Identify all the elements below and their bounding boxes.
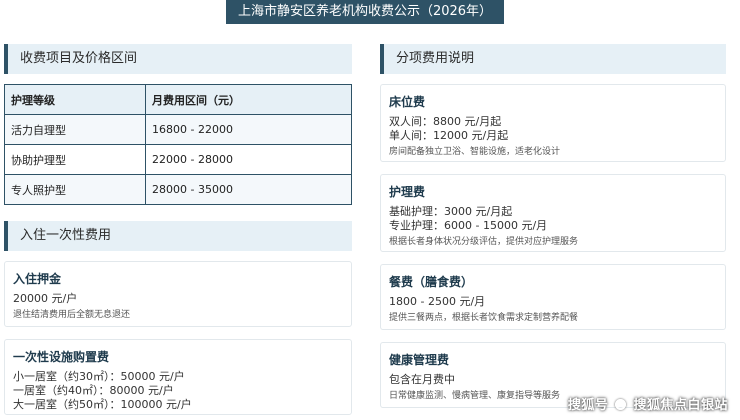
table-cell-range: 28000 - 35000: [145, 174, 352, 205]
table-cell-range: 16800 - 22000: [145, 114, 352, 145]
card-line: 单人间：12000 元/月起: [389, 129, 509, 142]
card-line: 一居室（约40㎡）：80000 元/户: [13, 384, 174, 397]
card-note: 提供三餐两点，根据长者饮食需求定制营养配餐: [389, 313, 579, 323]
card-title: 健康管理费: [389, 353, 450, 367]
card-line: 20000 元/户: [13, 292, 78, 305]
card-facility-fee: 一次性设施购置费 小一居室（约30㎡）：50000 元/户 一居室（约40㎡）：…: [4, 339, 352, 415]
card-title: 床位费: [389, 95, 426, 109]
card-note: 根据长者身体状况分级评估，提供对应护理服务: [389, 237, 579, 247]
fee-table: 护理等级 月费用区间（元） 活力自理型 16800 - 22000 协助护理型 …: [4, 84, 352, 205]
section-header-onetime: 入住一次性费用: [4, 221, 352, 251]
left-column: 收费项目及价格区间 护理等级 月费用区间（元） 活力自理型 16800 - 22…: [4, 44, 352, 415]
at-icon: [615, 399, 627, 410]
card-title: 一次性设施购置费: [13, 350, 110, 364]
card-meal-fee: 餐费（膳食费） 1800 - 2500 元/月 提供三餐两点，根据长者饮食需求定…: [380, 264, 726, 330]
table-cell-range: 22000 - 28000: [145, 144, 352, 175]
card-title: 护理费: [389, 185, 426, 199]
card-note: 退住结清费用后全额无息退还: [13, 310, 131, 320]
watermark: 搜狐号 搜狐焦点白银站: [568, 394, 728, 413]
card-deposit: 入住押金 20000 元/户 退住结清费用后全额无息退还: [4, 261, 352, 327]
table-row: 活力自理型 16800 - 22000: [4, 114, 352, 145]
table-header-monthly-range: 月费用区间（元）: [145, 84, 352, 115]
card-care-fee: 护理费 基础护理：3000 元/月起 专业护理：6000 - 15000 元/月…: [380, 174, 726, 252]
watermark-prefix: 搜狐号: [567, 398, 609, 413]
section-header-items: 分项费用说明: [380, 44, 726, 74]
card-line: 大一居室（约50㎡）：100000 元/户: [13, 398, 192, 411]
page-title: 上海市静安区养老机构收费公示（2026年）: [226, 0, 504, 24]
card-line: 包含在月费中: [389, 373, 455, 386]
table-row: 协助护理型 22000 - 28000: [4, 144, 352, 175]
table-cell-level: 协助护理型: [4, 144, 146, 175]
card-title: 入住押金: [13, 272, 62, 286]
card-line: 小一居室（约30㎡）：50000 元/户: [13, 370, 185, 383]
watermark-suffix: 搜狐焦点白银站: [633, 398, 728, 413]
table-header-row: 护理等级 月费用区间（元）: [4, 84, 352, 115]
card-bed-fee: 床位费 双人间：8800 元/月起 单人间：12000 元/月起 房间配备独立卫…: [380, 84, 726, 162]
table-header-care-level: 护理等级: [4, 84, 146, 115]
card-line: 基础护理：3000 元/月起: [389, 205, 513, 218]
table-cell-level: 活力自理型: [4, 114, 146, 145]
right-column: 分项费用说明 床位费 双人间：8800 元/月起 单人间：12000 元/月起 …: [380, 44, 726, 408]
table-cell-level: 专人照护型: [4, 174, 146, 205]
card-line: 双人间：8800 元/月起: [389, 115, 502, 128]
card-line: 1800 - 2500 元/月: [389, 295, 486, 308]
section-header-fees: 收费项目及价格区间: [4, 44, 352, 74]
card-title: 餐费（膳食费）: [389, 275, 474, 289]
card-note: 房间配备独立卫浴、智能设施，适老化设计: [389, 147, 561, 157]
card-line: 专业护理：6000 - 15000 元/月: [389, 219, 548, 232]
table-row: 专人照护型 28000 - 35000: [4, 174, 352, 205]
